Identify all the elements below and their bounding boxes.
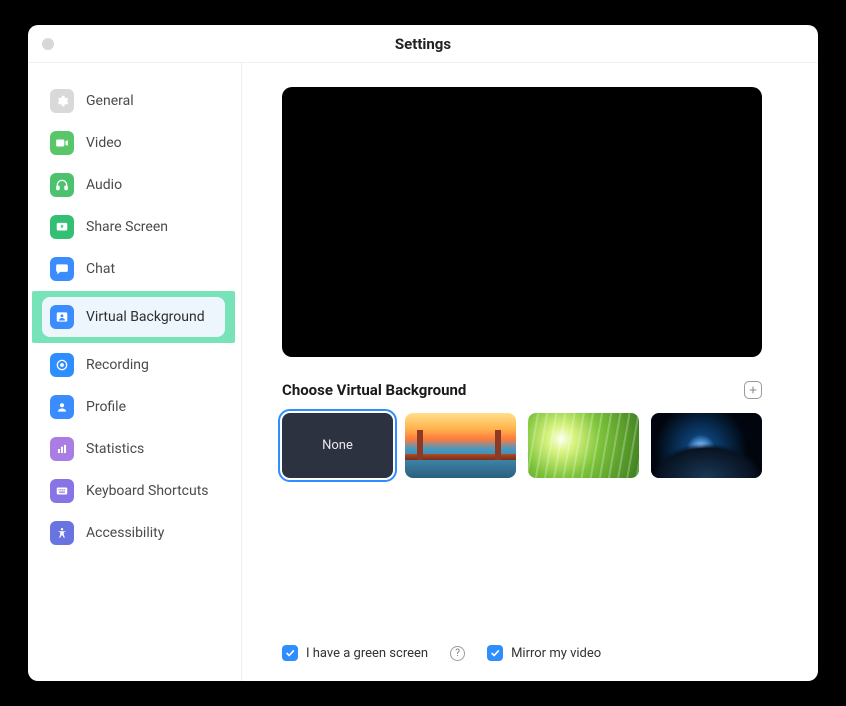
checkbox-checked-icon bbox=[282, 645, 298, 661]
titlebar: Settings bbox=[28, 25, 818, 63]
bg-thumb-none[interactable]: None bbox=[282, 413, 393, 478]
sidebar-item-label: Chat bbox=[86, 261, 115, 277]
help-icon[interactable]: ? bbox=[450, 646, 465, 661]
accessibility-icon bbox=[50, 521, 74, 545]
statistics-icon bbox=[50, 437, 74, 461]
background-thumbnails: None bbox=[282, 413, 762, 478]
traffic-light-close[interactable] bbox=[42, 38, 54, 50]
record-icon bbox=[50, 353, 74, 377]
sidebar-item-share-screen[interactable]: Share Screen bbox=[42, 207, 227, 247]
sidebar-item-audio[interactable]: Audio bbox=[42, 165, 227, 205]
checkbox-checked-icon bbox=[487, 645, 503, 661]
sidebar-item-virtual-background[interactable]: Virtual Background bbox=[42, 297, 225, 337]
video-preview bbox=[282, 87, 762, 357]
bg-thumb-golden-gate[interactable] bbox=[405, 413, 516, 478]
bg-thumb-grass[interactable] bbox=[528, 413, 639, 478]
headphones-icon bbox=[50, 173, 74, 197]
green-screen-checkbox[interactable]: I have a green screen bbox=[282, 645, 428, 661]
mirror-video-checkbox[interactable]: Mirror my video bbox=[487, 645, 601, 661]
bg-thumb-none-label: None bbox=[322, 438, 353, 453]
green-screen-label: I have a green screen bbox=[306, 646, 428, 661]
sidebar-item-label: Recording bbox=[86, 357, 149, 373]
sidebar-item-label: Profile bbox=[86, 399, 126, 415]
sidebar-item-label: Video bbox=[86, 135, 122, 151]
sidebar-item-statistics[interactable]: Statistics bbox=[42, 429, 227, 469]
bg-thumb-space[interactable] bbox=[651, 413, 762, 478]
section-title: Choose Virtual Background bbox=[282, 381, 466, 399]
settings-window: Settings General Video bbox=[28, 25, 818, 681]
add-background-button[interactable] bbox=[744, 381, 762, 399]
window-body: General Video Audio bbox=[28, 63, 818, 681]
sidebar-item-video[interactable]: Video bbox=[42, 123, 227, 163]
chat-icon bbox=[50, 257, 74, 281]
main-panel: Choose Virtual Background None I bbox=[242, 63, 818, 681]
sidebar: General Video Audio bbox=[28, 63, 242, 681]
user-icon bbox=[50, 395, 74, 419]
sidebar-item-label: General bbox=[86, 93, 134, 109]
keyboard-icon bbox=[50, 479, 74, 503]
sidebar-item-accessibility[interactable]: Accessibility bbox=[42, 513, 227, 553]
sidebar-item-label: Keyboard Shortcuts bbox=[86, 483, 209, 499]
sidebar-item-label: Accessibility bbox=[86, 525, 164, 541]
sidebar-item-label: Audio bbox=[86, 177, 122, 193]
share-screen-icon bbox=[50, 215, 74, 239]
sidebar-item-label: Share Screen bbox=[86, 219, 168, 235]
sidebar-item-chat[interactable]: Chat bbox=[42, 249, 227, 289]
sidebar-item-profile[interactable]: Profile bbox=[42, 387, 227, 427]
window-title: Settings bbox=[395, 35, 451, 53]
sidebar-item-label: Virtual Background bbox=[86, 309, 205, 325]
section-header: Choose Virtual Background bbox=[282, 381, 762, 399]
sidebar-item-keyboard-shortcuts[interactable]: Keyboard Shortcuts bbox=[42, 471, 227, 511]
gear-icon bbox=[50, 89, 74, 113]
sidebar-item-general[interactable]: General bbox=[42, 81, 227, 121]
sidebar-item-label: Statistics bbox=[86, 441, 144, 457]
footer-options: I have a green screen ? Mirror my video bbox=[282, 625, 790, 661]
sidebar-item-recording[interactable]: Recording bbox=[42, 345, 227, 385]
virtual-background-icon bbox=[50, 305, 74, 329]
video-icon bbox=[50, 131, 74, 155]
mirror-video-label: Mirror my video bbox=[511, 646, 601, 661]
